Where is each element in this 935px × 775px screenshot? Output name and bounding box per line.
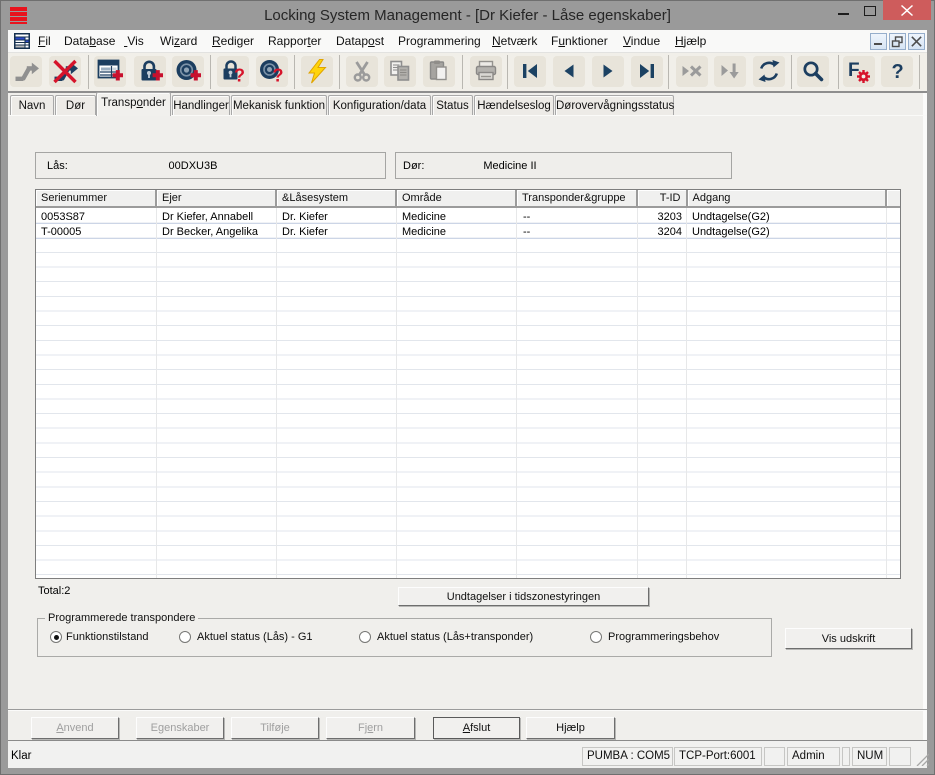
svg-text:?: ?	[892, 61, 904, 83]
svg-text:F: F	[848, 60, 860, 81]
svg-text:?: ?	[273, 66, 284, 85]
svg-text:?: ?	[234, 66, 245, 85]
